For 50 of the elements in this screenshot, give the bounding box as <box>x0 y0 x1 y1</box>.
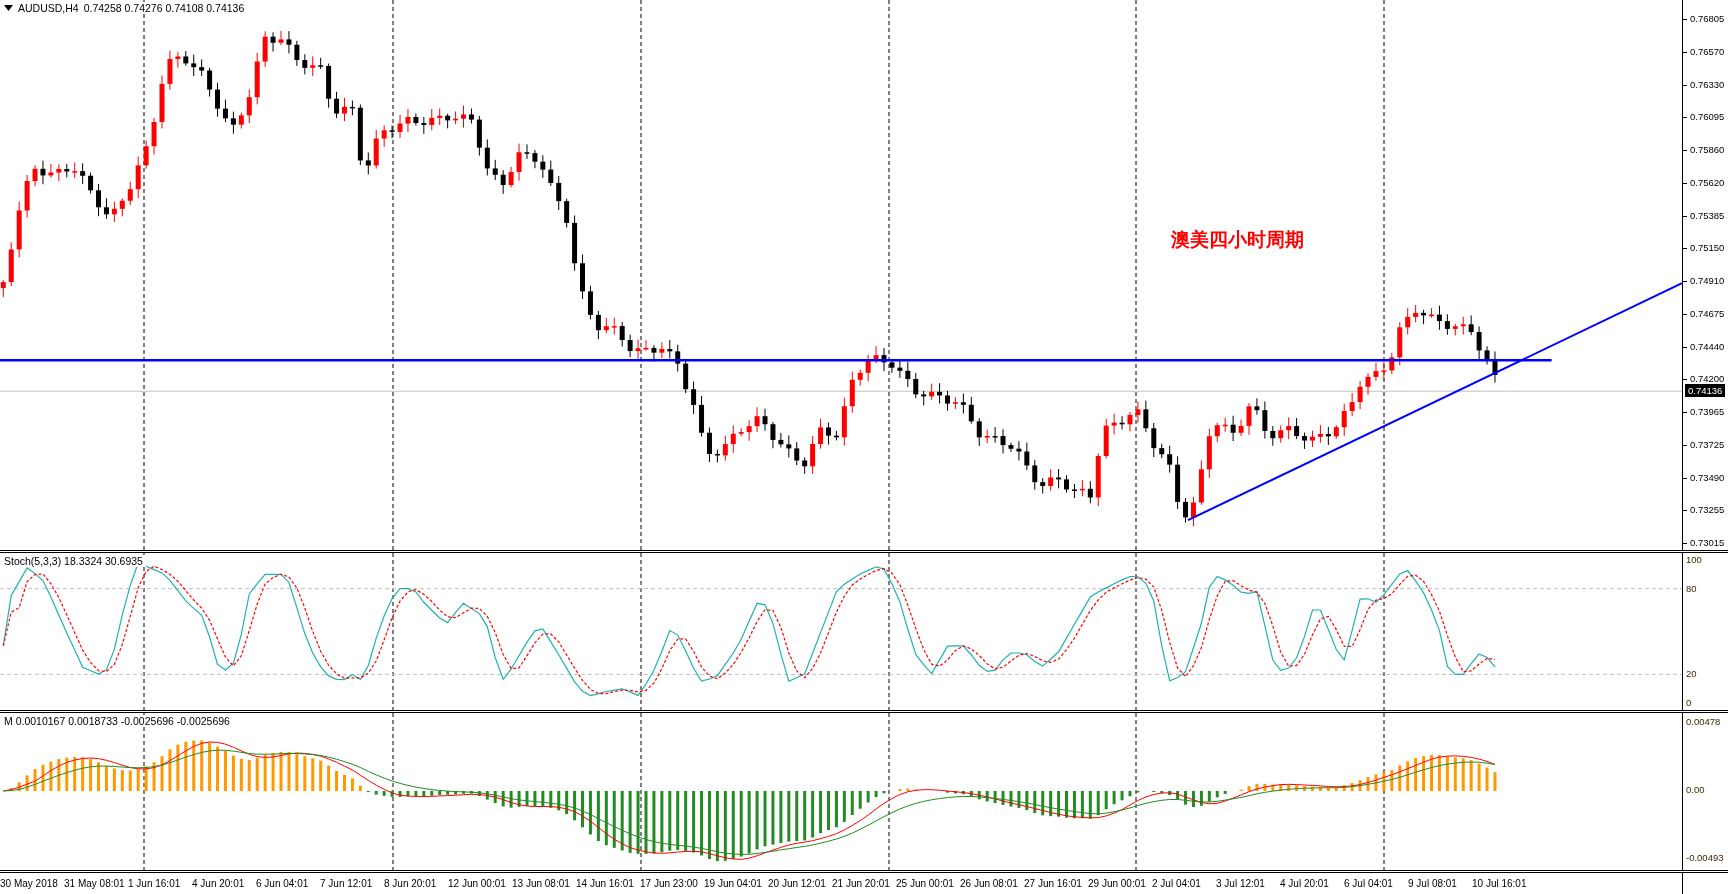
time-label: 27 Jun 16:01 <box>1024 878 1083 889</box>
time-label: 20 Jun 12:01 <box>768 878 827 889</box>
indicator-title: M 0.0010167 0.0018733 -0.0025696 -0.0025696 <box>4 715 230 727</box>
time-label: 7 Jun 12:01 <box>320 878 374 889</box>
time-label: 4 Jun 20:01 <box>192 878 246 889</box>
time-label: 12 Jun 00:01 <box>448 878 507 889</box>
price-label: 0.75150 <box>1683 241 1728 256</box>
time-label: 14 Jun 16:01 <box>576 878 635 889</box>
time-label: 17 Jun 23:00 <box>640 878 699 889</box>
time-label: 8 Jun 20:01 <box>384 878 438 889</box>
price-label: 0.74910 <box>1683 274 1728 288</box>
price-label: 0.73015 <box>1683 536 1728 550</box>
time-label: 31 May 08:01 <box>64 878 126 889</box>
trend-line[interactable] <box>1186 282 1682 522</box>
current-price-label: 0.74136 <box>1685 384 1726 397</box>
price-label: 0.73965 <box>1683 405 1728 419</box>
price-label: 0.73490 <box>1683 470 1728 485</box>
price-quotes: 0.74258 0.74276 0.74108 0.74136 <box>83 2 245 14</box>
time-label: 25 Jun 00:01 <box>896 878 955 889</box>
time-label: 3 Jul 12:01 <box>1216 878 1266 889</box>
price-label: 0.76095 <box>1683 110 1728 125</box>
horizontal-line[interactable] <box>0 359 1552 362</box>
price-label: 0.76330 <box>1683 77 1728 92</box>
price-label: 0.73725 <box>1683 437 1728 452</box>
time-label: 26 Jun 08:01 <box>960 878 1019 889</box>
time-label: 10 Jul 16:01 <box>1472 878 1528 889</box>
price-label: 0.73255 <box>1683 503 1728 518</box>
time-label: 2 Jul 04:01 <box>1152 878 1202 889</box>
time-label: 13 Jun 08:01 <box>512 878 571 889</box>
price-label: 0.75385 <box>1683 208 1728 223</box>
time-label: 6 Jul 04:01 <box>1344 878 1394 889</box>
time-label: 1 Jun 16:01 <box>128 878 182 889</box>
price-label: 0.74440 <box>1683 339 1728 354</box>
time-label: 21 Jun 20:01 <box>832 878 891 889</box>
price-label: 0.74200 <box>1683 372 1728 387</box>
dropdown-icon[interactable] <box>4 5 13 11</box>
time-label: 30 May 2018 <box>0 878 59 889</box>
price-label: 0.75860 <box>1683 143 1728 157</box>
price-label: 0.74675 <box>1683 306 1728 321</box>
price-label: 0.76570 <box>1683 44 1728 59</box>
symbol-label: AUDUSD,H4 <box>18 2 79 14</box>
time-label: 29 Jun 00:01 <box>1088 878 1147 889</box>
chart-annotation: 澳美四小时周期 <box>1171 228 1304 252</box>
price-label: 0.75620 <box>1683 175 1728 190</box>
time-label: 19 Jun 04:01 <box>704 878 763 889</box>
time-label: 4 Jul 20:01 <box>1280 878 1330 889</box>
price-label: 0.76805 <box>1683 12 1728 26</box>
indicator-title: Stoch(5,3,3) 18.3324 30.6935 <box>4 555 143 567</box>
time-label: 6 Jun 04:01 <box>256 878 310 889</box>
time-label: 9 Jul 08:01 <box>1408 878 1458 889</box>
